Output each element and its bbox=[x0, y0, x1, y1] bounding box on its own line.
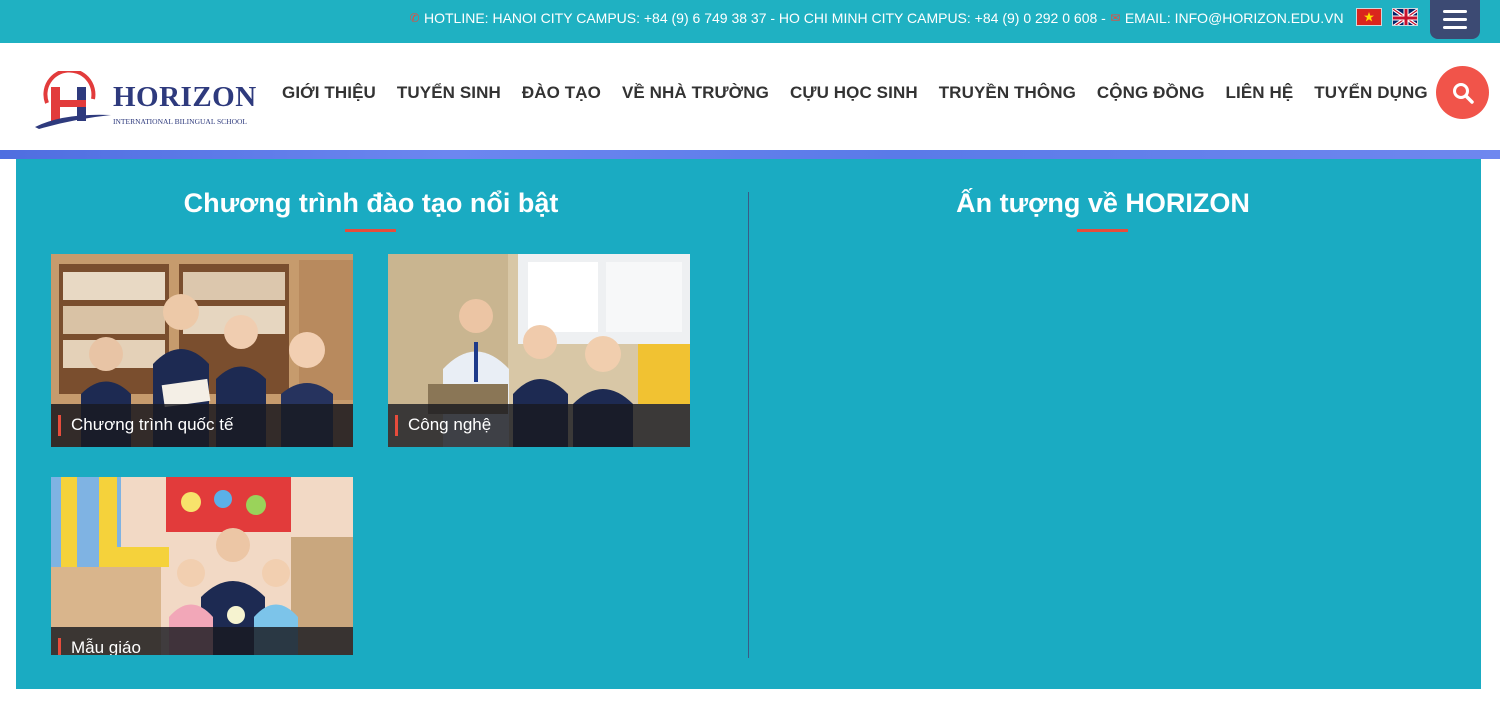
section-divider bbox=[748, 192, 749, 658]
nav-item-dao-tao[interactable]: ĐÀO TẠO bbox=[522, 83, 601, 103]
card-caption: Mẫu giáo bbox=[51, 627, 353, 655]
caption-accent-bar bbox=[58, 638, 61, 655]
nav-item-truyen-thong[interactable]: TRUYỀN THÔNG bbox=[939, 83, 1076, 103]
horizon-logo[interactable]: HORIZON INTERNATIONAL BILINGUAL SCHOOL bbox=[33, 71, 256, 133]
nav-item-gioi-thieu[interactable]: GIỚI THIỆU bbox=[282, 83, 376, 103]
email-link[interactable]: EMAIL: INFO@HORIZON.EDU.VN bbox=[1125, 10, 1344, 26]
caption-accent-bar bbox=[58, 415, 61, 436]
search-button[interactable] bbox=[1436, 66, 1489, 119]
hamburger-line bbox=[1443, 26, 1467, 29]
card-label: Công nghệ bbox=[408, 415, 492, 434]
hamburger-line bbox=[1443, 18, 1467, 21]
header-accent-stripe bbox=[0, 150, 1500, 159]
featured-section: Chương trình đào tạo nổi bật Ấn tượng về… bbox=[16, 159, 1481, 689]
vietnamese-flag-icon[interactable] bbox=[1356, 8, 1382, 26]
nav-item-tuyen-dung[interactable]: TUYỂN DỤNG bbox=[1314, 83, 1427, 103]
program-card-international[interactable]: Chương trình quốc tế bbox=[51, 254, 353, 447]
title-underline bbox=[1077, 229, 1128, 232]
caption-accent-bar bbox=[395, 415, 398, 436]
card-caption: Công nghệ bbox=[388, 404, 690, 447]
search-icon bbox=[1452, 82, 1474, 104]
program-card-technology[interactable]: Công nghệ bbox=[388, 254, 690, 447]
phone-icon: ✆ bbox=[409, 11, 420, 25]
hotline-text: HOTLINE: HANOI CITY CAMPUS: +84 (9) 6 74… bbox=[424, 10, 1106, 26]
program-card-kindergarten[interactable]: Mẫu giáo bbox=[51, 477, 353, 655]
contact-info: ✆ HOTLINE: HANOI CITY CAMPUS: +84 (9) 6 … bbox=[408, 10, 1344, 26]
nav-item-cuu-hoc-sinh[interactable]: CỰU HỌC SINH bbox=[790, 83, 918, 103]
title-underline bbox=[345, 229, 396, 232]
nav-item-cong-dong[interactable]: CỘNG ĐỒNG bbox=[1097, 83, 1205, 103]
nav-item-ve-nha-truong[interactable]: VỀ NHÀ TRƯỜNG bbox=[622, 83, 769, 103]
impressions-title: Ấn tượng về HORIZON bbox=[956, 188, 1250, 218]
envelope-icon: ✉ bbox=[1110, 11, 1121, 25]
card-label: Mẫu giáo bbox=[71, 638, 141, 655]
english-flag-icon[interactable] bbox=[1392, 8, 1418, 26]
brand-tagline: INTERNATIONAL BILINGUAL SCHOOL bbox=[113, 117, 248, 126]
horizon-logo-mark-icon bbox=[35, 71, 111, 129]
top-contact-bar: ✆ HOTLINE: HANOI CITY CAMPUS: +84 (9) 6 … bbox=[0, 0, 1500, 43]
nav-item-tuyen-sinh[interactable]: TUYỂN SINH bbox=[397, 83, 501, 103]
card-label: Chương trình quốc tế bbox=[71, 415, 234, 434]
site-header: HORIZON INTERNATIONAL BILINGUAL SCHOOL G… bbox=[0, 43, 1500, 150]
hamburger-line bbox=[1443, 10, 1467, 13]
brand-name: HORIZON bbox=[113, 81, 257, 113]
main-navigation: GIỚI THIỆU TUYỂN SINH ĐÀO TẠO VỀ NHÀ TRƯ… bbox=[282, 83, 1449, 103]
hamburger-menu-button[interactable] bbox=[1430, 0, 1480, 39]
featured-programs-title: Chương trình đào tạo nổi bật bbox=[183, 188, 559, 218]
card-caption: Chương trình quốc tế bbox=[51, 404, 353, 447]
nav-item-lien-he[interactable]: LIÊN HỆ bbox=[1226, 83, 1294, 103]
